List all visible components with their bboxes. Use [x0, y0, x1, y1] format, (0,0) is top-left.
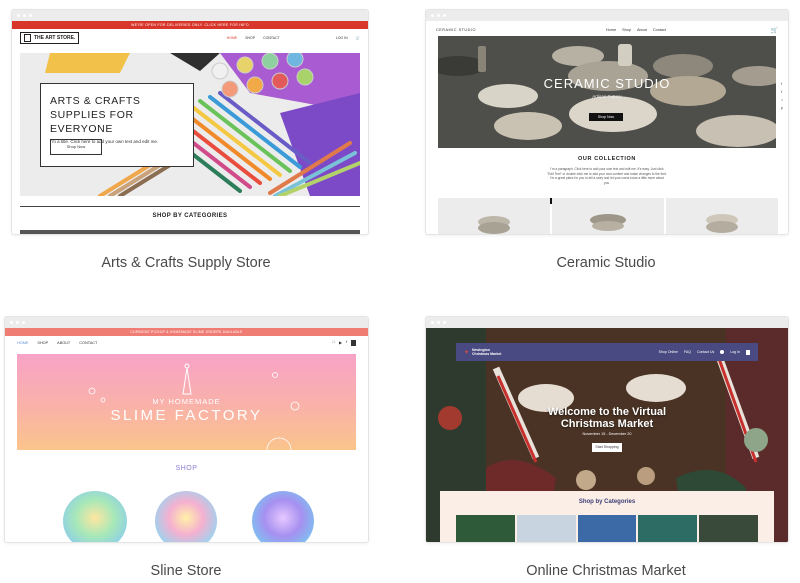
category-tile[interactable]: [699, 515, 758, 542]
hero-subtitle: Artisan Pottery: [592, 94, 622, 99]
hero-title: Welcome to the Virtual Christmas Market: [547, 406, 667, 430]
categories-section: Shop by Categories: [440, 491, 774, 542]
product-tile[interactable]: [552, 198, 664, 234]
category-tile[interactable]: [638, 515, 698, 542]
site-header: HOME SHOP ABOUT CONTACT □ ▶ f: [5, 336, 368, 350]
template-card-arts-crafts[interactable]: WE'RE OPEN FOR DELIVERIES ONLY. CLICK HE…: [11, 9, 369, 235]
collection-section: OUR COLLECTION I'm a paragraph. Click he…: [438, 156, 776, 185]
browser-chrome: [426, 317, 788, 328]
slime-product-3: [252, 491, 314, 542]
hero-date: November 15 - December 20: [582, 432, 632, 436]
hero-image: CERAMIC STUDIO Artisan Pottery Shop Now: [438, 36, 776, 148]
site-header: THE ART STORE. HOME SHOP CONTACT LOG IN …: [12, 29, 368, 47]
twitter-icon[interactable]: t: [781, 90, 783, 94]
announcement-banner: CURBSIDE PICKUP & HOMEMADE SLIME ORDERS …: [5, 328, 368, 336]
nav-item-contact[interactable]: CONTACT: [263, 36, 280, 40]
category-tile[interactable]: [516, 515, 576, 542]
login-link[interactable]: Log In: [730, 350, 740, 354]
star-logo-icon: ✦: [464, 349, 470, 356]
template-card-christmas-market[interactable]: ✦ Newington Christmas Market Shop Online…: [425, 316, 789, 543]
section-title: SHOP: [175, 465, 198, 472]
template-caption[interactable]: Arts & Crafts Supply Store: [6, 255, 366, 271]
hero-text-box: ARTS & CRAFTS SUPPLIES FOR EVERYONE I'm …: [40, 83, 194, 167]
shop-now-button[interactable]: Shop Now: [589, 113, 623, 121]
cart-icon[interactable]: 🛒: [356, 36, 360, 40]
category-strip: [20, 230, 360, 234]
instagram-icon[interactable]: ○: [781, 98, 783, 102]
nav-item-shop[interactable]: Shop: [622, 28, 631, 32]
template-caption[interactable]: Ceramic Studio: [426, 255, 786, 271]
cart-icon[interactable]: [351, 340, 356, 346]
announcement-banner: WE'RE OPEN FOR DELIVERIES ONLY. CLICK HE…: [12, 21, 368, 29]
logo-mark-icon: [24, 34, 31, 42]
category-tile[interactable]: [577, 515, 637, 542]
cart-icon[interactable]: [746, 349, 750, 355]
logo-text: THE ART STORE.: [34, 35, 76, 41]
product-tile[interactable]: [666, 198, 778, 234]
shop-now-button[interactable]: Shop Now: [50, 139, 102, 155]
section-title: OUR COLLECTION: [578, 156, 636, 162]
section-text: I'm a paragraph. Click here to add your …: [547, 167, 667, 185]
nav-item-contact[interactable]: CONTACT: [79, 341, 97, 345]
hero-image: ✦ Newington Christmas Market Shop Online…: [426, 328, 788, 542]
slime-products: [63, 491, 314, 542]
start-shopping-button[interactable]: Start Shopping: [592, 443, 622, 452]
section-title: SHOP BY CATEGORIES: [20, 206, 360, 219]
youtube-icon[interactable]: ▶: [339, 340, 342, 346]
login-link[interactable]: LOG IN: [336, 36, 348, 40]
user-icon[interactable]: [720, 350, 725, 354]
browser-chrome: [5, 317, 368, 328]
template-caption[interactable]: Online Christmas Market: [426, 563, 786, 579]
nav-item-about[interactable]: About: [637, 28, 647, 32]
template-card-slime-store[interactable]: CURBSIDE PICKUP & HOMEMADE SLIME ORDERS …: [4, 316, 369, 543]
facebook-icon[interactable]: f: [781, 82, 783, 86]
browser-chrome: [12, 10, 368, 21]
hero-banner: MY HOMEMADE SLIME FACTORY: [17, 354, 356, 450]
template-card-ceramic-studio[interactable]: CERAMIC STUDIO Home Shop About Contact 🛒…: [425, 9, 789, 235]
facebook-icon[interactable]: f: [346, 340, 347, 346]
hero-title: SLIME FACTORY: [110, 407, 263, 424]
hero-pretitle: MY HOMEMADE: [152, 397, 221, 406]
nav-item-home[interactable]: Home: [606, 28, 616, 32]
nav-item-home[interactable]: HOME: [17, 341, 28, 345]
cart-icon[interactable]: 🛒: [771, 27, 778, 34]
nav-item-contact[interactable]: Contact Us: [697, 350, 714, 354]
nav-item-about[interactable]: ABOUT: [57, 341, 70, 345]
social-bar: f t ○ p: [781, 82, 783, 110]
pinterest-icon[interactable]: p: [781, 106, 783, 110]
nav-item-shop-online[interactable]: Shop Online: [659, 350, 678, 354]
hero-title: ARTS & CRAFTS SUPPLIES FOR EVERYONE: [50, 95, 141, 135]
nav-item-shop[interactable]: SHOP: [245, 36, 255, 40]
nav-item-shop[interactable]: SHOP: [37, 341, 48, 345]
slime-product-1: [63, 491, 127, 542]
slime-product-2: [155, 491, 217, 542]
hero-title: CERAMIC STUDIO: [543, 76, 671, 91]
nav-item-faq[interactable]: FAQ: [684, 350, 691, 354]
site-logo[interactable]: THE ART STORE.: [20, 32, 80, 44]
product-grid: New: [438, 198, 778, 234]
instagram-icon[interactable]: □: [333, 340, 335, 346]
site-logo[interactable]: Newington Christmas Market: [472, 348, 506, 357]
category-tile[interactable]: [456, 515, 515, 542]
template-caption[interactable]: Sline Store: [6, 563, 366, 579]
nav-item-contact[interactable]: Contact: [653, 28, 666, 32]
browser-chrome: [426, 10, 788, 21]
site-logo[interactable]: CERAMIC STUDIO: [436, 28, 476, 32]
nav-item-home[interactable]: HOME: [227, 36, 238, 40]
product-tile[interactable]: New: [438, 198, 567, 234]
hero-image: ARTS & CRAFTS SUPPLIES FOR EVERYONE I'm …: [20, 53, 360, 196]
site-header: ✦ Newington Christmas Market Shop Online…: [456, 343, 758, 361]
section-title: Shop by Categories: [578, 499, 636, 505]
